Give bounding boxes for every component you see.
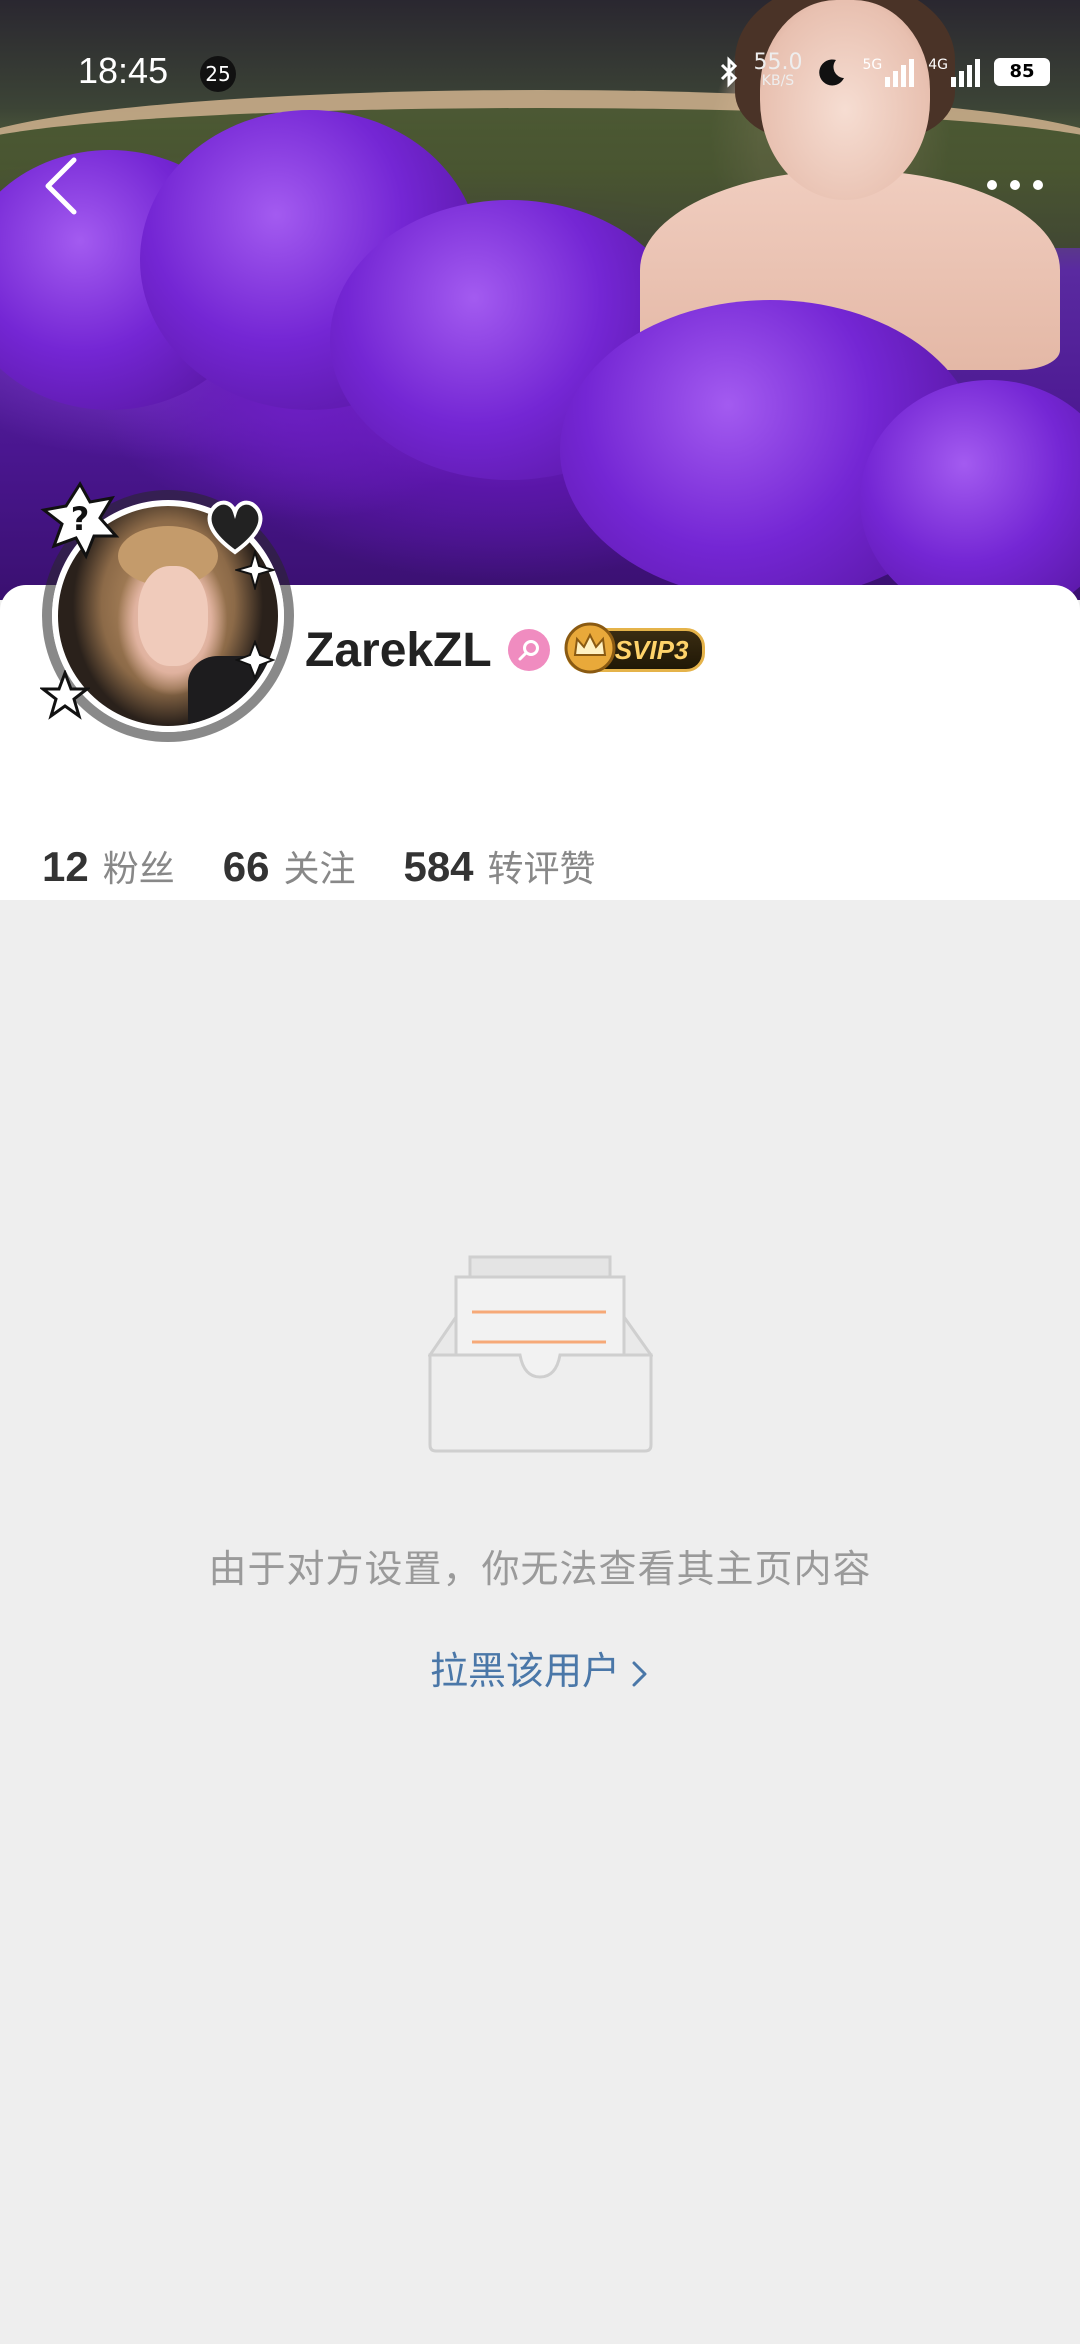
following-count: 66 [222, 843, 270, 890]
username-row: ZarekZL SVIP3 [305, 615, 706, 685]
status-bar: 18:45 25 55.0 KB/S 5G 4G 85 [0, 0, 1080, 140]
chevron-left-icon [45, 157, 77, 215]
sticker-spark-icon [235, 640, 275, 680]
vip-badge[interactable]: SVIP3 [564, 622, 706, 674]
sticker-burst-icon [235, 550, 275, 590]
chevron-right-icon [632, 1661, 647, 1686]
following-label: 关注 [283, 849, 356, 890]
empty-inbox-icon [428, 1255, 653, 1453]
sim1-signal-icon: 5G [862, 57, 915, 87]
profile-page: 18:45 25 55.0 KB/S 5G 4G 85 ? ZarekZL SV… [0, 0, 1080, 2344]
sim1-label: 5G [862, 57, 883, 73]
moon-icon [819, 59, 845, 86]
stat-followers[interactable]: 12 粉丝 [42, 840, 175, 892]
block-user-link[interactable]: 拉黑该用户 [0, 1640, 1080, 1695]
notification-count-badge: 25 [200, 56, 236, 92]
stat-engagement[interactable]: 584 转评赞 [403, 840, 595, 892]
followers-count: 12 [42, 843, 89, 890]
crown-icon [564, 622, 616, 674]
network-speed-value: 55.0 [753, 50, 803, 75]
svg-text:?: ? [71, 500, 90, 538]
back-button[interactable] [36, 150, 96, 220]
empty-state-message: 由于对方设置，你无法查看其主页内容 [208, 1547, 872, 1591]
followers-label: 粉丝 [102, 849, 175, 890]
battery-icon: 85 [994, 58, 1050, 86]
status-indicators: 55.0 KB/S 5G 4G 85 [719, 52, 1050, 92]
engagement-label: 转评赞 [487, 849, 596, 890]
sim2-label: 4G [928, 57, 948, 73]
avatar-container[interactable]: ? [30, 470, 290, 740]
more-dots-icon [987, 180, 1043, 190]
stat-following[interactable]: 66 关注 [223, 840, 356, 892]
female-icon [507, 629, 550, 671]
more-options-button[interactable] [980, 170, 1050, 200]
engagement-count: 584 [403, 843, 474, 890]
stats-row: 12 粉丝 66 关注 584 转评赞 [42, 840, 644, 900]
avatar-face-shape [138, 566, 208, 666]
sticker-question-icon: ? [40, 481, 120, 560]
sticker-star-icon [40, 670, 90, 720]
status-time: 18:45 [78, 50, 169, 91]
network-speed: 55.0 KB/S [753, 50, 803, 90]
username: ZarekZL [305, 623, 492, 677]
bluetooth-icon [721, 56, 738, 88]
vip-label: SVIP3 [614, 635, 689, 665]
sim2-signal-icon: 4G [928, 57, 980, 87]
block-user-label: 拉黑该用户 [429, 1649, 620, 1693]
